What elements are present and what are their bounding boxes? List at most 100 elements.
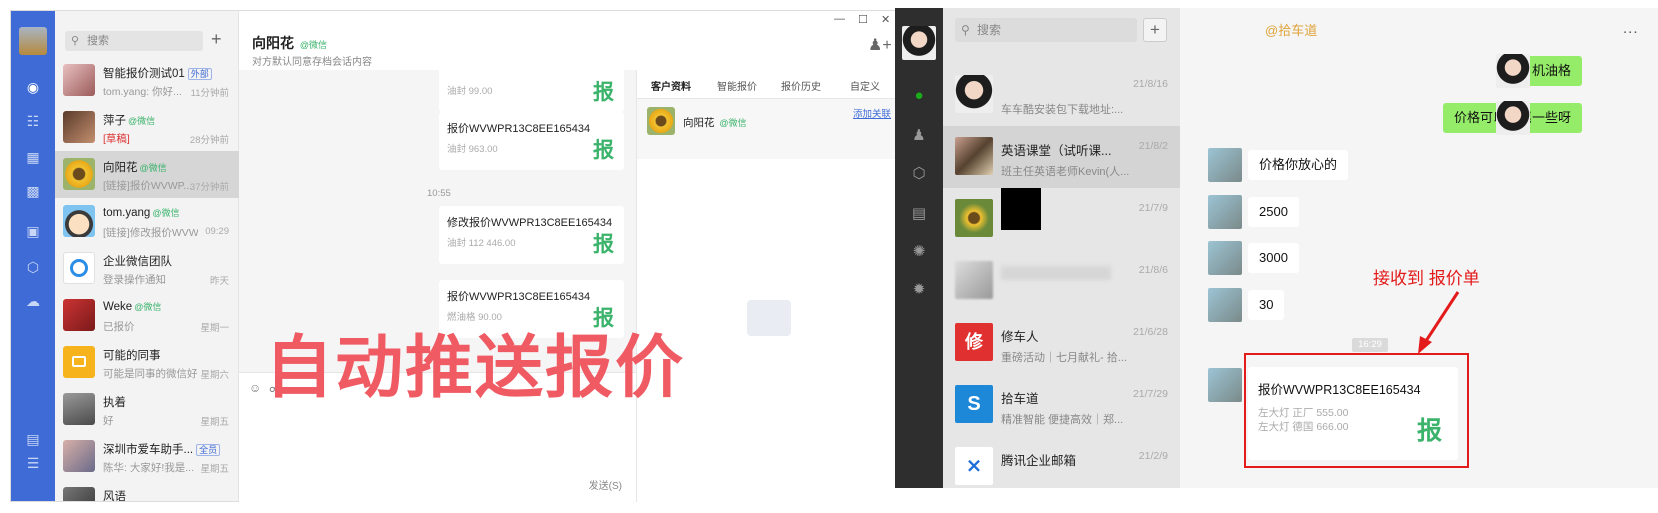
wecom-logo-icon xyxy=(70,259,88,277)
contact-name-text: 向阳花 xyxy=(683,117,715,129)
wecom-conversation-list: ⚲ 搜索 + 智能报价测试01 外部 tom.yang: 你好... 11分钟前 … xyxy=(55,11,239,501)
minimize-icon[interactable]: — xyxy=(834,13,845,25)
chat-icon[interactable]: ● xyxy=(908,86,930,106)
list-item[interactable]: 可能的同事 可能是同事的微信好... 星期六 xyxy=(55,339,239,386)
search-input[interactable]: ⚲ 搜索 xyxy=(65,31,203,51)
box-icon[interactable]: ⬡ xyxy=(908,164,930,184)
cube-icon[interactable]: ⬡ xyxy=(22,257,44,277)
wechat-tag: @微信 xyxy=(299,40,328,50)
avatar xyxy=(955,199,993,237)
empty-state-icon xyxy=(747,300,791,336)
camera-icon[interactable]: ✹ xyxy=(908,280,930,300)
list-item[interactable]: 21/8/6 xyxy=(943,250,1180,312)
annotation-label: 接收到 报价单 xyxy=(1373,269,1480,288)
search-icon: ⚲ xyxy=(961,23,970,37)
conversation-name: 智能报价测试01 xyxy=(103,68,185,80)
list-item[interactable]: Weke @微信 已报价 星期一 xyxy=(55,292,239,339)
tab-quote-history[interactable]: 报价历史 xyxy=(781,78,821,93)
conversation-name: 修车人 xyxy=(1001,330,1039,344)
conversation-time: 21/2/9 xyxy=(1138,450,1168,462)
quote-card[interactable]: 修改报价WVWPR13C8EE165434 油封 112 446.00 报 xyxy=(439,206,624,264)
close-icon[interactable]: ✕ xyxy=(881,13,890,26)
search-input[interactable]: ⚲ 搜索 xyxy=(955,18,1137,42)
wechat-conversation-list: ⚲ 搜索 + 车车酷安装包下载地址:... 21/8/16 英语课堂（试听课..… xyxy=(943,8,1180,488)
conversation-preview: 登录操作通知 xyxy=(103,274,166,286)
message-bubble-received[interactable]: 3000 xyxy=(1248,243,1299,273)
more-icon[interactable]: ... xyxy=(1623,20,1639,37)
conversation-time: 28分钟前 xyxy=(189,135,229,146)
moments-icon[interactable]: ✺ xyxy=(908,242,930,262)
tab-custom[interactable]: 自定义 xyxy=(850,78,880,93)
list-item[interactable]: 执着 好 星期五 xyxy=(55,386,239,433)
message-bubble-received[interactable]: 价格你放心的 xyxy=(1248,150,1349,180)
apps-grid-icon[interactable]: ▩ xyxy=(22,181,44,201)
maximize-icon[interactable]: ☐ xyxy=(858,13,868,26)
message-bubble-received[interactable]: 30 xyxy=(1248,290,1285,320)
external-badge: 外部 xyxy=(187,68,212,80)
conversation-preview: 重磅活动｜七月献礼- 拾... xyxy=(1001,352,1127,364)
tab-smart-quote[interactable]: 智能报价 xyxy=(717,78,757,93)
quote-card-title: 报价WVWPR13C8EE165434 xyxy=(447,291,591,303)
add-link[interactable]: 添加关联 xyxy=(853,106,891,120)
list-item[interactable]: 企业微信团队 登录操作通知 昨天 xyxy=(55,245,239,292)
search-placeholder: 搜索 xyxy=(977,23,1002,37)
conversation-time: 昨天 xyxy=(209,276,229,287)
tab-customer-info[interactable]: 客户资料 xyxy=(651,78,691,93)
quote-card-detail: 油封 99.00 xyxy=(447,86,493,97)
list-item[interactable]: 英语课堂（试听课... 班主任英语老师Kevin(人... 21/8/2 xyxy=(943,126,1180,188)
avatar xyxy=(63,346,95,378)
contacts-icon[interactable]: ♟ xyxy=(908,126,930,146)
list-item[interactable]: 智能报价测试01 外部 tom.yang: 你好... 11分钟前 xyxy=(55,57,239,104)
avatar xyxy=(1208,241,1242,275)
conversation-preview: 精准智能 便捷高效｜郑... xyxy=(1001,414,1124,426)
conversation-name: Weke xyxy=(103,301,133,313)
blurred-name xyxy=(1001,266,1111,280)
doc-icon[interactable]: ▣ xyxy=(22,221,44,241)
conversation-time: 37分钟前 xyxy=(189,182,229,193)
quote-card[interactable]: 报价WVWPR13C8EE165434 油封 963.00 报 xyxy=(439,112,624,170)
wechat-tag: @微信 xyxy=(719,118,747,128)
list-item[interactable]: 萍子 @微信 [草稿] 28分钟前 xyxy=(55,104,239,151)
list-item[interactable]: ⨯ 腾讯企业邮箱 21/2/9 xyxy=(943,436,1180,498)
list-item[interactable]: 21/7/9 xyxy=(943,188,1180,250)
message-icon[interactable]: ◉ xyxy=(22,77,44,97)
org-chart-icon[interactable]: ☷ xyxy=(22,111,44,131)
my-avatar[interactable] xyxy=(902,26,936,60)
message-bubble-received[interactable]: 2500 xyxy=(1248,197,1299,227)
group-badge: 全员 xyxy=(196,444,221,456)
conversation-name: tom.yang xyxy=(103,207,151,219)
cloud-icon[interactable]: ☁ xyxy=(22,291,44,311)
quote-card-title: 修改报价WVWPR13C8EE165434 xyxy=(447,217,613,229)
menu-icon[interactable]: ☰ xyxy=(22,453,44,473)
list-item[interactable]: tom.yang@微信 [链接]修改报价WVWP... 09:29 xyxy=(55,198,239,245)
list-item[interactable]: 风语 xyxy=(55,480,239,501)
overlay-banner: 自动推送报价 xyxy=(265,329,686,408)
quote-card[interactable]: 油封 99.00 报 xyxy=(439,70,624,112)
send-button[interactable]: 发送(S) xyxy=(589,477,622,492)
folder-icon[interactable]: ▤ xyxy=(908,204,930,224)
emoji-icon[interactable]: ☺ xyxy=(249,381,261,395)
list-item[interactable]: 修 修车人 重磅活动｜七月献礼- 拾... 21/6/28 xyxy=(943,312,1180,374)
time-marker: 16:29 xyxy=(1352,338,1388,352)
add-button[interactable]: + xyxy=(1143,18,1167,42)
list-item[interactable]: 向阳花 @微信 [链接]报价WVWP... 37分钟前 xyxy=(55,151,239,198)
conversation-name: 英语课堂（试听课... xyxy=(1001,144,1112,158)
list-item[interactable]: S 拾车道 精准智能 便捷高效｜郑... 21/7/29 xyxy=(943,374,1180,436)
conversation-preview: [链接]报价WVWP... xyxy=(103,180,193,192)
wecom-nav-rail: ◉ ☷ ▦ ▩ ▣ ⬡ ☁ ▤ ☰ xyxy=(11,11,55,501)
add-member-icon[interactable]: ♟+ xyxy=(868,35,892,55)
list-item[interactable]: 车车酷安装包下载地址:... 21/8/16 xyxy=(943,64,1180,126)
wechat-tag: @微信 xyxy=(152,208,180,218)
message-bubble-sent[interactable]: 机油格 xyxy=(1520,56,1582,86)
notes-icon[interactable]: ▤ xyxy=(22,429,44,449)
conversation-time: 11分钟前 xyxy=(190,88,229,99)
my-avatar[interactable] xyxy=(19,27,47,55)
list-item[interactable]: 深圳市爱车助手... 全员 陈华: 大家好!我是... 星期五 xyxy=(55,433,239,480)
calendar-icon[interactable]: ▦ xyxy=(22,147,44,167)
quote-badge: 报 xyxy=(593,233,614,256)
conversation-preview: 好 xyxy=(103,415,114,427)
chat-subtitle: 对方默认同意存档会话内容 xyxy=(252,57,372,68)
add-button[interactable]: + xyxy=(211,29,222,50)
avatar xyxy=(647,107,675,135)
list-item-name: 深圳市爱车助手... 全员 xyxy=(103,441,221,457)
